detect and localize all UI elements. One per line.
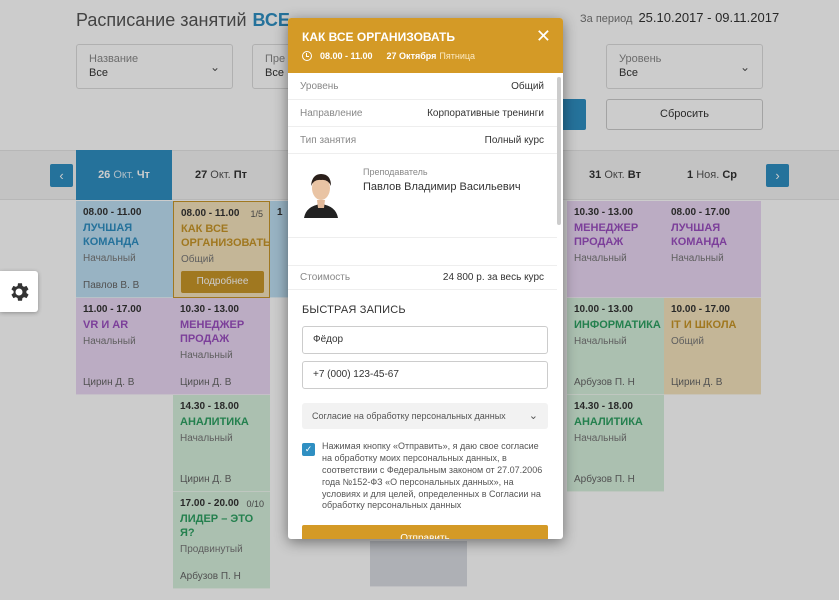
- consent-checkbox[interactable]: ✓: [302, 443, 315, 456]
- modal-title: КАК ВСЕ ОРГАНИЗОВАТЬ: [302, 30, 455, 44]
- detail-row: Тип занятия Полный курс: [288, 127, 557, 154]
- modal-weekday: Пятница: [439, 51, 476, 61]
- teacher-label: Преподаватель: [363, 167, 428, 177]
- detail-row: Уровень Общий: [288, 73, 557, 100]
- quick-signup: БЫСТРАЯ ЗАПИСЬ Фёдор +7 (000) 123-45-67 …: [288, 304, 563, 539]
- send-button[interactable]: Отправить: [302, 525, 548, 539]
- consent-block: ✓ Нажимая кнопку «Отправить», я даю свое…: [302, 441, 549, 515]
- modal-date: 27 Октября: [386, 51, 437, 61]
- schedule-page: Расписание занятий ВСЕ За период 25.10.201…: [0, 0, 839, 600]
- price-label: Стоимость: [300, 272, 351, 283]
- price-value: 24 800 р. за весь курс: [442, 272, 544, 283]
- modal-body: Уровень Общий Направление Корпоративные тр…: [288, 73, 563, 539]
- quick-signup-title: БЫСТРАЯ ЗАПИСЬ: [302, 304, 406, 316]
- consent-dropdown[interactable]: Согласие на обработку персональных данны…: [302, 403, 548, 429]
- teacher-name: Павлов Владимир Васильевич: [363, 181, 521, 193]
- phone-field[interactable]: +7 (000) 123-45-67: [302, 361, 548, 389]
- chevron-down-icon: ⌄: [528, 410, 538, 422]
- consent-text: Нажимая кнопку «Отправить», я даю свое с…: [322, 441, 543, 511]
- modal-time: 08.00 - 11.00: [320, 51, 373, 61]
- name-field[interactable]: Фёдор: [302, 326, 548, 354]
- divider: [288, 238, 557, 266]
- modal-header: КАК ВСЕ ОРГАНИЗОВАТЬ ✕ 08.00 - 11.00 27 …: [288, 18, 563, 73]
- gear-icon: [11, 283, 29, 301]
- detail-key: Направление: [300, 108, 363, 119]
- clock-icon: [302, 51, 312, 61]
- consent-dropdown-label: Согласие на обработку персональных данны…: [312, 411, 506, 421]
- detail-value: Общий: [511, 81, 544, 92]
- modal-scrollbar[interactable]: [557, 77, 561, 225]
- detail-key: Уровень: [300, 81, 339, 92]
- course-modal: КАК ВСЕ ОРГАНИЗОВАТЬ ✕ 08.00 - 11.00 27 …: [288, 18, 563, 539]
- avatar: [300, 164, 342, 218]
- price-row: Стоимость 24 800 р. за весь курс: [288, 266, 557, 290]
- modal-subtitle: 08.00 - 11.00 27 Октября Пятница: [302, 51, 549, 61]
- detail-key: Тип занятия: [300, 135, 357, 146]
- teacher-block: Преподаватель Павлов Владимир Васильевич: [288, 154, 557, 238]
- detail-row: Направление Корпоративные тренинги: [288, 100, 557, 127]
- settings-button[interactable]: [0, 271, 38, 312]
- detail-value: Полный курс: [484, 135, 544, 146]
- detail-value: Корпоративные тренинги: [427, 108, 544, 119]
- close-icon[interactable]: ✕: [536, 26, 551, 47]
